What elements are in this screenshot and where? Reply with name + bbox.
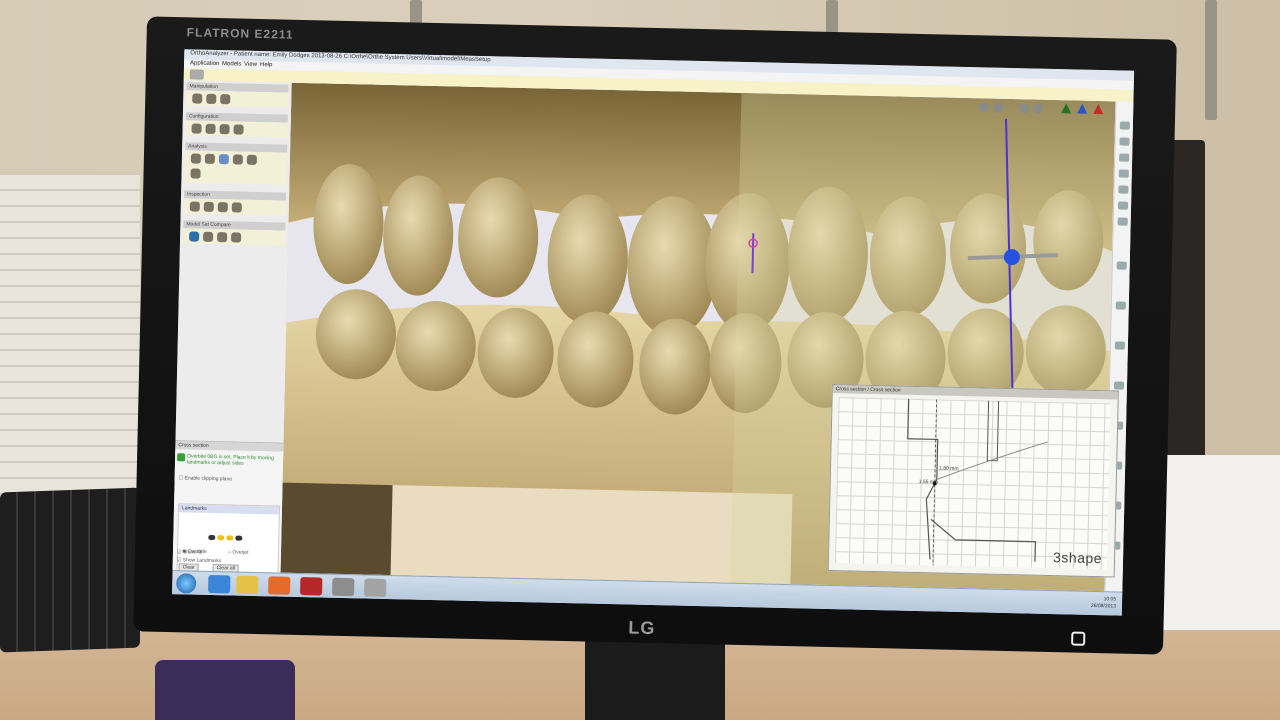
compare-icon[interactable]: [231, 232, 242, 243]
measurement-label: 1.80 mm: [938, 465, 959, 472]
group-body: [186, 90, 289, 108]
measurement-label: 1.55 mm: [918, 479, 939, 486]
move-icon[interactable]: [206, 93, 217, 104]
tooth-icon[interactable]: [190, 153, 202, 164]
screen: OrthoAnalyzer - Patient name: Emily Dodg…: [172, 49, 1135, 616]
overbite-icon[interactable]: [218, 154, 230, 165]
shelf-post: [1205, 0, 1217, 120]
tool-icon[interactable]: [1118, 185, 1129, 194]
tool-icon[interactable]: [1115, 301, 1126, 310]
tool-icon[interactable]: [1116, 261, 1127, 270]
start-button[interactable]: [176, 573, 197, 594]
clipping-plane-checkbox[interactable]: ☐ Enable clipping plane: [179, 475, 233, 482]
config-icon[interactable]: [191, 123, 202, 134]
monitor-model-label: FLATRON E2211: [186, 25, 294, 42]
monitor-stand: [585, 640, 725, 720]
system-clock[interactable]: 10:05 26/08/2013: [1091, 596, 1116, 611]
power-icon[interactable]: [1071, 631, 1086, 646]
show-all-checkbox[interactable]: ☑ Show All: [177, 549, 202, 556]
ie-icon[interactable]: [208, 574, 231, 594]
tool-icon[interactable]: [1117, 217, 1128, 226]
axis-arrow-icon[interactable]: [1061, 103, 1072, 114]
instruction-note: Overbite 0BG is set. Place it by moving …: [186, 453, 274, 467]
analysis-icon[interactable]: [246, 154, 257, 165]
window-blinds: [0, 175, 140, 505]
properties-header: Cross section: [175, 441, 284, 452]
compare-icon[interactable]: [217, 232, 228, 243]
keyboard: [0, 487, 140, 653]
group-model-set-compare: Model Set Compare: [182, 220, 286, 246]
group-body: [183, 198, 286, 216]
inspect-icon[interactable]: [231, 202, 242, 213]
landmark-markers: [208, 527, 244, 546]
monitor-brand-logo: LG: [628, 617, 656, 639]
rotate-icon[interactable]: [192, 93, 203, 104]
group-body: [185, 120, 288, 138]
measure-icon[interactable]: [204, 153, 216, 164]
show-all-label: Show All: [182, 549, 203, 556]
app-icon[interactable]: [300, 577, 323, 596]
axis-arrow-icon[interactable]: [1077, 103, 1088, 114]
compare-icon[interactable]: [203, 231, 214, 242]
menu-application[interactable]: Application: [190, 60, 219, 67]
landmark-marker[interactable]: [217, 535, 225, 541]
cross-section-grid: 1.80 mm 1.55 mm: [834, 397, 1111, 570]
inspect-icon[interactable]: [189, 201, 200, 212]
desk-box: [1160, 455, 1280, 645]
group-inspection: Inspection: [183, 190, 287, 216]
folder-icon[interactable]: [236, 575, 259, 595]
overjet-radio-label: Overjet: [232, 549, 249, 556]
config-icon[interactable]: [233, 124, 244, 135]
config-icon[interactable]: [219, 124, 230, 135]
ortho-analyzer-icon[interactable]: [364, 578, 387, 597]
left-tool-panel: Manipulation Configuration Analysis Insp…: [172, 80, 293, 574]
tool-icon[interactable]: [1113, 381, 1125, 390]
group-analysis: Analysis: [184, 142, 288, 185]
toolbar-button[interactable]: [189, 69, 204, 80]
app-icon[interactable]: [332, 577, 355, 597]
zoom-icon[interactable]: [220, 94, 231, 105]
group-configuration: Configuration: [185, 112, 288, 138]
arch-icon[interactable]: [232, 154, 243, 165]
media-player-icon[interactable]: [268, 576, 291, 595]
info-icon: [177, 453, 186, 462]
model-base-shadow: [280, 482, 393, 576]
landmark-marker[interactable]: [235, 535, 243, 541]
landmark-marker[interactable]: [208, 534, 216, 541]
tool-icon[interactable]: [1119, 121, 1130, 130]
tool-icon[interactable]: [1119, 153, 1130, 162]
tool-icon[interactable]: [1118, 169, 1129, 178]
axis-arrow-icon[interactable]: [1093, 103, 1104, 115]
landmarks-title: Landmarks: [178, 504, 280, 515]
inspect-icon[interactable]: [203, 201, 214, 212]
cross-section-window[interactable]: Cross section / Cross section 1.80 mm 1.…: [827, 384, 1119, 578]
tool-icon[interactable]: [1117, 201, 1129, 210]
clock-date: 26/08/2013: [1090, 602, 1117, 610]
menu-models[interactable]: Models: [222, 61, 241, 67]
tool-icon[interactable]: [1119, 137, 1130, 146]
config-icon[interactable]: [205, 123, 216, 134]
overjet-radio[interactable]: ○ Overjet: [228, 549, 249, 555]
cross-section-profile: [907, 398, 1048, 566]
clipping-plane-label: Enable clipping plane: [184, 475, 233, 483]
tool-icon[interactable]: [1114, 341, 1125, 350]
menu-view[interactable]: View: [244, 62, 257, 68]
properties-panel: Cross section Overbite 0BG is set. Place…: [172, 440, 284, 574]
3shape-logo: 3shape: [1052, 549, 1103, 567]
group-body: [184, 150, 288, 185]
menu-help[interactable]: Help: [260, 62, 272, 68]
compare-icon[interactable]: [189, 231, 200, 242]
mug: [155, 660, 295, 720]
group-manipulation: Manipulation: [186, 82, 289, 108]
space-icon[interactable]: [190, 168, 201, 179]
landmark-marker[interactable]: [226, 535, 234, 541]
inspect-icon[interactable]: [217, 202, 228, 213]
group-body: [182, 228, 286, 246]
monitor-bezel: FLATRON E2211 LG OrthoAnalyzer - Patient…: [133, 16, 1177, 655]
